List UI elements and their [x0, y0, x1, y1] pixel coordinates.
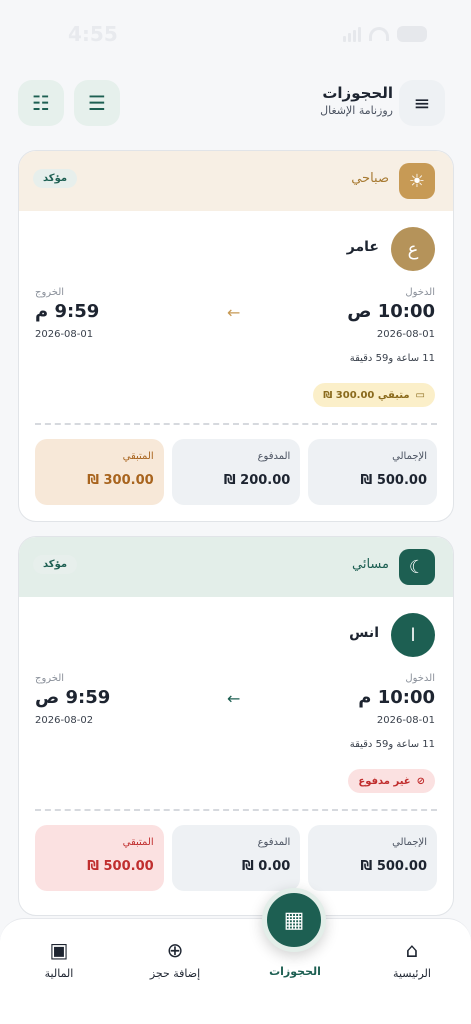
amount-total: الإجمالي 500.00 ₪ — [308, 439, 438, 505]
card-header: ☀ صباحي مؤكد — [19, 151, 453, 211]
checkin-time: 10:00 ص — [347, 301, 435, 322]
nav-finance[interactable]: ▣ المالية — [14, 937, 104, 980]
remaining-value: 300.00 ₪ — [87, 473, 154, 488]
bottom-nav: ⌂ الرئيسية الحجوزات ⊕ إضافة حجز ▣ المالي… — [0, 918, 471, 1024]
shift-label: صباحي — [351, 171, 389, 186]
status-bar: 4:55 — [0, 0, 471, 70]
remaining-label: المتبقي — [122, 451, 154, 462]
checkin-time: 10:00 م — [358, 687, 435, 708]
amounts-row: المتبقي 500.00 ₪ المدفوع 0.00 ₪ الإجمالي… — [35, 825, 438, 891]
menu-button[interactable]: ≡ — [399, 80, 445, 126]
duration: 11 ساعة و59 دقيقة — [349, 353, 435, 364]
sliders-icon: ☷ — [32, 91, 50, 115]
nav-add-booking-label: إضافة حجز — [149, 967, 201, 980]
wallet-icon: ▣ — [49, 938, 69, 962]
paid-value: 0.00 ₪ — [241, 859, 291, 874]
status-time: 4:55 — [68, 22, 118, 46]
remaining-label: المتبقي — [122, 837, 154, 848]
paid-value: 200.00 ₪ — [223, 473, 291, 488]
amount-total: الإجمالي 500.00 ₪ — [308, 825, 438, 891]
remaining-value: 500.00 ₪ — [87, 859, 154, 874]
nav-home-label: الرئيسية — [393, 967, 431, 980]
checkout-label: الخروج — [35, 673, 65, 684]
list-view-button[interactable]: ☰ — [74, 80, 120, 126]
hamburger-icon: ≡ — [413, 91, 431, 115]
amount-paid: المدفوع 200.00 ₪ — [171, 439, 301, 505]
divider — [35, 809, 437, 811]
checkin-label: الدخول — [405, 673, 435, 684]
cash-icon: ▭ — [415, 389, 425, 401]
no-money-icon: ⊘ — [416, 775, 425, 787]
payment-badge-text: غير مدفوع — [358, 775, 411, 787]
signal-icon — [343, 26, 361, 42]
total-value: 500.00 ₪ — [360, 859, 428, 874]
title-block: الحجوزات روزنامة الإشغال — [320, 84, 393, 117]
shift-label: مسائي — [352, 557, 389, 572]
calendar-icon: ▦ — [283, 907, 305, 933]
list-icon: ☰ — [88, 91, 106, 115]
sun-icon: ☀ — [399, 163, 435, 199]
status-badge: مؤكد — [33, 169, 78, 188]
checkout-time: 9:59 ص — [35, 687, 111, 708]
guest-name: عامر — [346, 239, 379, 255]
nav-bookings[interactable]: الحجوزات — [250, 961, 340, 978]
nav-finance-label: المالية — [44, 967, 74, 980]
amount-remaining: المتبقي 500.00 ₪ — [35, 825, 164, 891]
paid-label: المدفوع — [257, 837, 291, 848]
checkout-time: 9:59 م — [35, 301, 100, 322]
bookings-fab[interactable]: ▦ — [262, 888, 326, 952]
checkin-date: 2026-08-01 — [376, 715, 435, 726]
nav-bookings-label: الحجوزات — [269, 965, 321, 978]
total-label: الإجمالي — [392, 451, 428, 462]
checkin-label: الدخول — [405, 287, 435, 298]
guest-name: انس — [349, 625, 379, 641]
booking-card[interactable]: ☀ صباحي مؤكد ع عامر الدخول الخروج 10:00 … — [18, 150, 454, 522]
moon-icon: ☾ — [399, 549, 435, 585]
status-icons — [343, 26, 427, 42]
page-title: الحجوزات — [322, 84, 393, 102]
arrow-left-icon: ← — [227, 303, 241, 322]
status-badge: مؤكد — [33, 555, 78, 574]
battery-icon — [397, 26, 427, 42]
checkout-label: الخروج — [35, 287, 65, 298]
arrow-left-icon: ← — [227, 689, 241, 708]
payment-badge: ⊘ غير مدفوع — [348, 769, 435, 793]
booking-card[interactable]: ☾ مسائي مؤكد ا انس الدخول الخروج 10:00 م… — [18, 536, 454, 916]
paid-label: المدفوع — [257, 451, 291, 462]
amount-paid: المدفوع 0.00 ₪ — [171, 825, 301, 891]
page-header: ☷ ☰ ≡ الحجوزات روزنامة الإشغال — [18, 80, 445, 128]
nav-home[interactable]: ⌂ الرئيسية — [367, 937, 457, 980]
plus-circle-icon: ⊕ — [166, 938, 184, 962]
checkout-date: 2026-08-01 — [35, 329, 94, 340]
page-subtitle: روزنامة الإشغال — [320, 104, 393, 117]
avatar: ا — [391, 613, 435, 657]
total-label: الإجمالي — [392, 837, 428, 848]
filter-button[interactable]: ☷ — [18, 80, 64, 126]
home-icon: ⌂ — [405, 938, 419, 962]
avatar: ع — [391, 227, 435, 271]
amount-remaining: المتبقي 300.00 ₪ — [35, 439, 164, 505]
card-header: ☾ مسائي مؤكد — [19, 537, 453, 597]
payment-badge-text: متبقي 300.00 ₪ — [323, 389, 410, 401]
amounts-row: المتبقي 300.00 ₪ المدفوع 200.00 ₪ الإجما… — [35, 439, 438, 505]
wifi-icon — [369, 27, 389, 41]
checkin-date: 2026-08-01 — [376, 329, 435, 340]
duration: 11 ساعة و59 دقيقة — [349, 739, 435, 750]
checkout-date: 2026-08-02 — [35, 715, 94, 726]
payment-badge: ▭ متبقي 300.00 ₪ — [313, 383, 435, 407]
divider — [35, 423, 437, 425]
total-value: 500.00 ₪ — [360, 473, 428, 488]
nav-add-booking[interactable]: ⊕ إضافة حجز — [130, 937, 220, 980]
